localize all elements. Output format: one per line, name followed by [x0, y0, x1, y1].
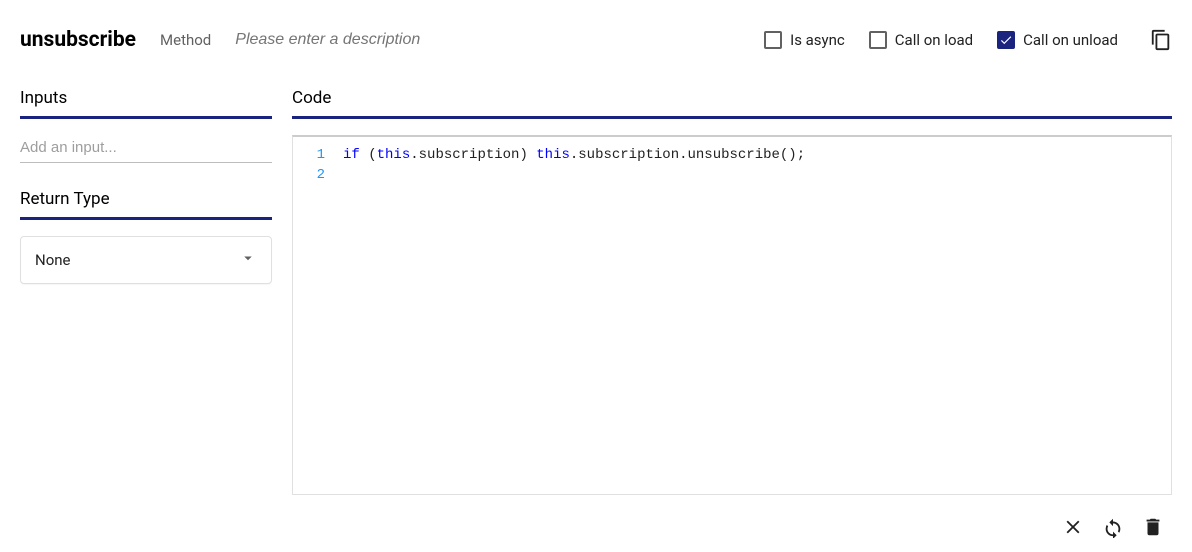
code-title: Code	[292, 88, 1172, 119]
is-async-checkbox[interactable]: Is async	[764, 31, 845, 49]
method-type-label: Method	[160, 31, 211, 49]
check-icon	[999, 33, 1013, 47]
return-type-title: Return Type	[20, 189, 272, 220]
return-type-section: Return Type None	[20, 189, 272, 284]
checkbox-icon	[764, 31, 782, 49]
call-on-load-label: Call on load	[895, 31, 973, 49]
add-input-field[interactable]	[20, 135, 272, 163]
action-bar	[1062, 516, 1164, 538]
close-icon	[1062, 516, 1084, 538]
chevron-down-icon	[239, 249, 257, 271]
line-number: 2	[297, 165, 325, 185]
checkbox-icon	[869, 31, 887, 49]
line-number: 1	[297, 145, 325, 165]
copy-button[interactable]	[1150, 29, 1172, 51]
delete-icon	[1142, 516, 1164, 538]
close-button[interactable]	[1062, 516, 1084, 538]
left-column: Inputs Return Type None	[20, 88, 272, 495]
return-type-select[interactable]: None	[20, 236, 272, 284]
code-section: Code 1 2 if (this.subscription) this.sub…	[292, 88, 1172, 495]
delete-button[interactable]	[1142, 516, 1164, 538]
inputs-section: Inputs	[20, 88, 272, 163]
is-async-label: Is async	[790, 31, 845, 49]
call-on-unload-checkbox[interactable]: Call on unload	[997, 31, 1118, 49]
refresh-icon	[1102, 516, 1124, 538]
copy-icon	[1150, 29, 1172, 51]
call-on-load-checkbox[interactable]: Call on load	[869, 31, 973, 49]
description-input[interactable]	[235, 31, 740, 49]
code-editor[interactable]: 1 2 if (this.subscription) this.subscrip…	[292, 135, 1172, 495]
method-header: unsubscribe Method Is async Call on load…	[20, 20, 1172, 60]
main-content: Inputs Return Type None Code 1 2 if (thi…	[20, 88, 1172, 495]
line-number-gutter: 1 2	[293, 137, 333, 494]
return-type-value: None	[35, 251, 71, 269]
code-content[interactable]: if (this.subscription) this.subscription…	[333, 137, 1171, 494]
inputs-title: Inputs	[20, 88, 272, 119]
refresh-button[interactable]	[1102, 516, 1124, 538]
method-name: unsubscribe	[20, 28, 136, 52]
checkbox-icon	[997, 31, 1015, 49]
call-on-unload-label: Call on unload	[1023, 31, 1118, 49]
